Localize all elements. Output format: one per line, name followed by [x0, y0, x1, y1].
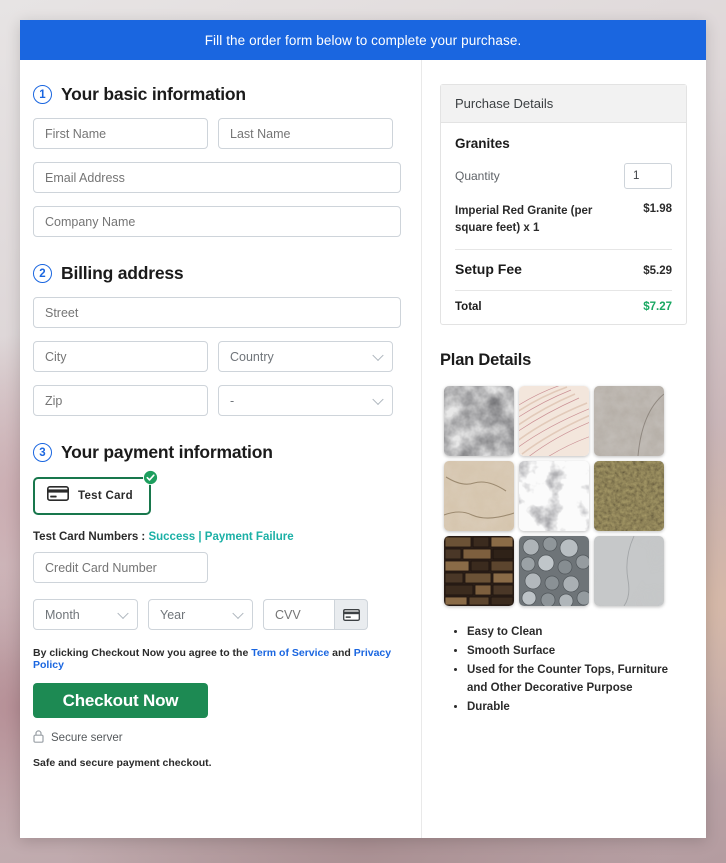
credit-card-number-input[interactable]: [33, 552, 208, 583]
promo-banner: Fill the order form below to complete yo…: [20, 20, 706, 60]
test-card-numbers-row: Test Card Numbers : Success | Payment Fa…: [33, 531, 401, 543]
zip-input[interactable]: [33, 385, 208, 416]
section-basic-information-header: 1 Your basic information: [33, 84, 401, 105]
expiry-month-value: Month: [45, 607, 80, 622]
payment-method-wrapper: Test Card: [33, 470, 158, 515]
test-card-link-separator: |: [198, 531, 202, 543]
list-item: Easy to Clean: [467, 623, 687, 642]
check-circle-icon: [142, 470, 158, 485]
expiry-year-value: Year: [160, 607, 186, 622]
company-name-input[interactable]: [33, 206, 401, 237]
state-select[interactable]: -: [218, 385, 393, 416]
cream-veined-marble-swatch[interactable]: [519, 386, 589, 457]
zip-state-row: -: [33, 385, 401, 416]
country-select[interactable]: Country: [218, 341, 393, 372]
chevron-down-icon: [232, 607, 244, 619]
expiry-month-select[interactable]: Month: [33, 599, 138, 630]
total-amount: $7.27: [643, 301, 672, 314]
terms-agreement-text: By clicking Checkout Now you agree to th…: [33, 647, 401, 671]
first-name-input[interactable]: [33, 118, 208, 149]
light-gray-slate-swatch[interactable]: [594, 536, 664, 607]
line-item-description: Imperial Red Granite (per square feet) x…: [455, 205, 593, 234]
dark-gold-speckled-granite-swatch[interactable]: [594, 461, 664, 532]
total-label: Total: [455, 301, 482, 314]
step-number-2: 2: [33, 264, 52, 283]
secure-server-row: Secure server: [33, 730, 401, 746]
divider: [455, 249, 672, 251]
section-basic-information-title: Your basic information: [61, 84, 246, 104]
list-item: Durable: [467, 698, 687, 717]
divider: [455, 290, 672, 292]
term-of-service-link[interactable]: Term of Service: [251, 647, 329, 659]
banner-text: Fill the order form below to complete yo…: [204, 32, 522, 48]
line-item-row: Imperial Red Granite (per square feet) x…: [455, 203, 672, 236]
checkout-card: Fill the order form below to complete yo…: [20, 20, 706, 838]
expiry-year-select[interactable]: Year: [148, 599, 253, 630]
terms-conjunction: and: [332, 647, 351, 659]
secure-server-label: Secure server: [51, 732, 123, 744]
quantity-input[interactable]: [624, 163, 672, 189]
chevron-down-icon: [372, 393, 384, 405]
total-row: Total $7.27: [455, 301, 672, 313]
section-payment-information-title: Your payment information: [61, 442, 273, 462]
white-marble-swatch[interactable]: [519, 461, 589, 532]
test-card-payment-option[interactable]: Test Card: [33, 477, 151, 515]
checkout-now-button[interactable]: Checkout Now: [33, 683, 208, 718]
setup-fee-row: Setup Fee $5.29: [455, 261, 672, 277]
test-card-numbers-label: Test Card Numbers :: [33, 531, 146, 543]
country-select-value: Country: [230, 349, 274, 364]
expiry-cvv-row: Month Year: [33, 599, 401, 630]
setup-fee-amount: $5.29: [643, 265, 672, 278]
email-input[interactable]: [33, 162, 401, 193]
city-country-row: Country: [33, 341, 401, 372]
plan-feature-list: Easy to Clean Smooth Surface Used for th…: [440, 623, 687, 716]
section-billing-address-title: Billing address: [61, 263, 184, 283]
purchase-details-header: Purchase Details: [441, 85, 686, 123]
product-name: Granites: [455, 136, 510, 151]
chevron-down-icon: [117, 607, 129, 619]
email-field-row: [33, 162, 401, 193]
test-card-success-link[interactable]: Success: [148, 531, 195, 543]
cvv-group: [263, 599, 368, 630]
list-item: Smooth Surface: [467, 642, 687, 661]
name-field-row: [33, 118, 401, 149]
purchase-details-body: Granites Quantity Imperial Red Granite (…: [441, 123, 686, 324]
cvv-credit-card-icon: [334, 599, 368, 630]
safe-payment-note: Safe and secure payment checkout.: [33, 757, 212, 769]
form-column: 1 Your basic information 2 Billing addre…: [20, 60, 422, 838]
last-name-input[interactable]: [218, 118, 393, 149]
company-field-row: [33, 206, 401, 237]
terms-prefix: By clicking Checkout Now you agree to th…: [33, 647, 249, 659]
city-input[interactable]: [33, 341, 208, 372]
section-payment-information-header: 3 Your payment information: [33, 442, 401, 463]
granite-swatch-grid: [440, 386, 687, 607]
street-input[interactable]: [33, 297, 401, 328]
brown-brick-stone-swatch[interactable]: [444, 536, 514, 607]
purchase-details-panel: Purchase Details Granites Quantity Imper…: [440, 84, 687, 326]
gray-concrete-swatch[interactable]: [594, 386, 664, 457]
street-field-row: [33, 297, 401, 328]
section-billing-address-header: 2 Billing address: [33, 263, 401, 284]
content-columns: 1 Your basic information 2 Billing addre…: [20, 60, 706, 838]
cvv-input[interactable]: [263, 599, 334, 630]
state-select-value: -: [230, 393, 235, 408]
list-item: Used for the Counter Tops, Furniture and…: [467, 661, 687, 698]
line-item-amount: $1.98: [643, 203, 672, 215]
gray-pebble-swatch[interactable]: [519, 536, 589, 607]
beige-cracked-stone-swatch[interactable]: [444, 461, 514, 532]
chevron-down-icon: [372, 349, 384, 361]
lock-icon: [33, 730, 44, 746]
summary-column: Purchase Details Granites Quantity Imper…: [422, 60, 705, 838]
step-number-1: 1: [33, 85, 52, 104]
credit-card-number-row: [33, 552, 401, 583]
credit-card-icon: [47, 486, 69, 506]
step-number-3: 3: [33, 443, 52, 462]
test-card-label: Test Card: [78, 490, 133, 502]
black-marble-swatch[interactable]: [444, 386, 514, 457]
plan-details-title: Plan Details: [440, 351, 532, 370]
quantity-row: Quantity: [455, 163, 672, 189]
setup-fee-label: Setup Fee: [455, 261, 522, 278]
quantity-label: Quantity: [455, 169, 500, 183]
test-card-failure-link[interactable]: Payment Failure: [205, 531, 294, 543]
